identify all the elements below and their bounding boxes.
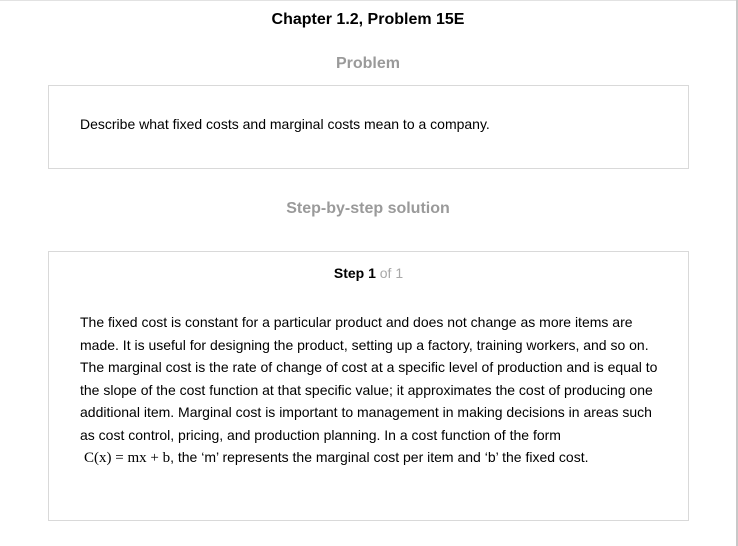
problem-text: Describe what fixed costs and marginal c… <box>80 116 490 132</box>
top-border <box>0 0 738 1</box>
cost-function-formula: C(x) = mx + b <box>84 450 171 466</box>
step-box: Step 1 of 1 The fixed cost is constant f… <box>48 251 689 521</box>
step-number: Step 1 <box>333 265 376 281</box>
solution-tail-text: , the ‘m’ represents the marginal cost p… <box>170 449 589 465</box>
step-label: Step 1 of 1 <box>49 265 688 281</box>
solution-heading: Step-by-step solution <box>286 200 450 217</box>
problem-box: Describe what fixed costs and marginal c… <box>48 85 689 169</box>
solution-body: The fixed cost is constant for a particu… <box>80 311 670 470</box>
problem-heading: Problem <box>335 55 400 72</box>
step-total: of 1 <box>379 265 404 281</box>
chapter-title: Chapter 1.2, Problem 15E <box>271 11 465 28</box>
solution-main-text: The fixed cost is constant for a particu… <box>80 314 658 443</box>
